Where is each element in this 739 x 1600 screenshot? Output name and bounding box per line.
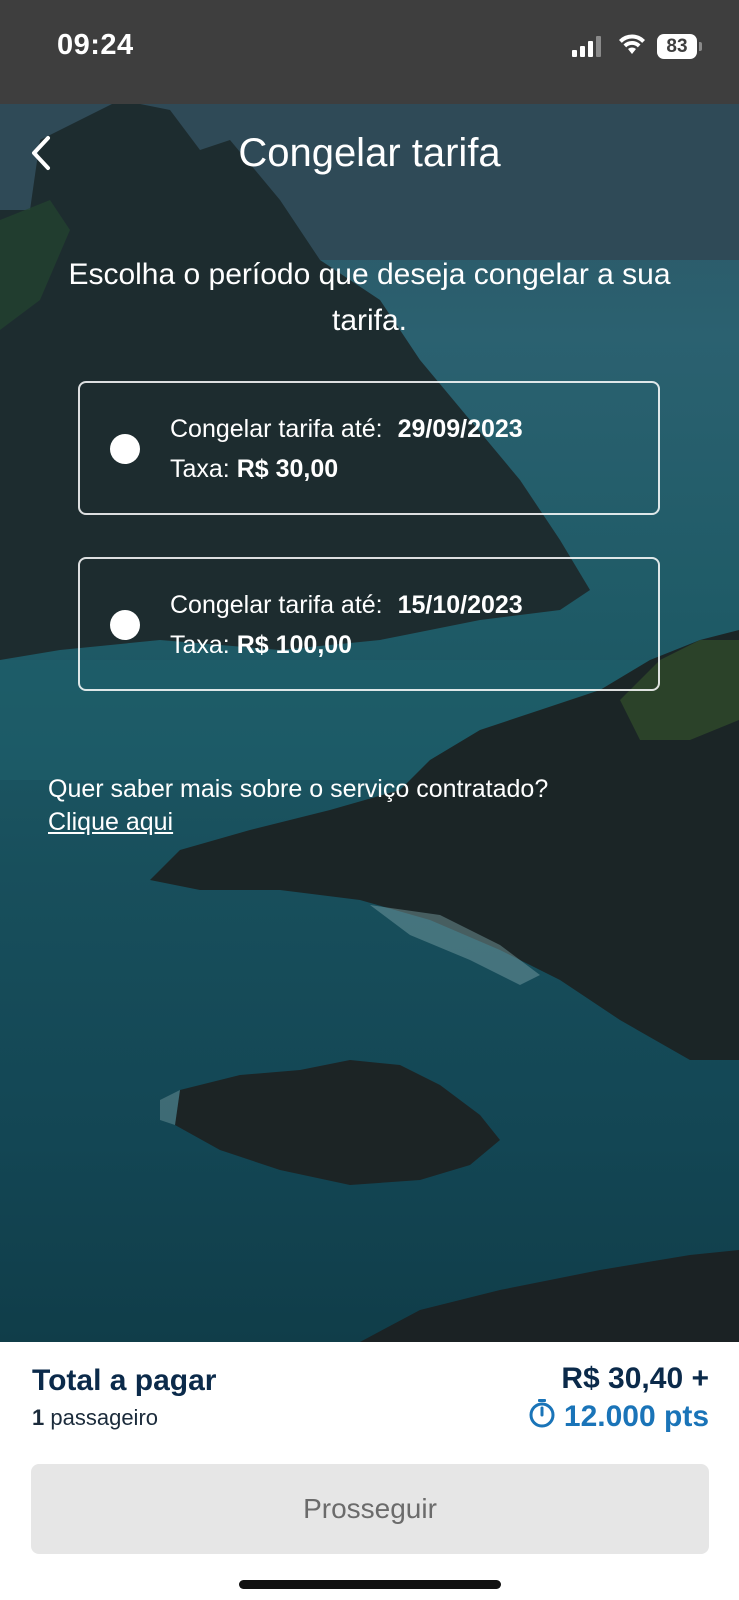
freeze-option-card-2[interactable]: Congelar tarifa até: 15/10/2023 Taxa: R$… xyxy=(78,557,660,691)
info-question: Quer saber mais sobre o serviço contrata… xyxy=(48,775,549,803)
radio-button[interactable] xyxy=(110,610,140,640)
learn-more-link[interactable]: Clique aqui xyxy=(48,806,173,838)
option-fee-line: Taxa: R$ 100,00 xyxy=(170,631,352,660)
option-fee-line: Taxa: R$ 30,00 xyxy=(170,455,338,484)
passenger-count: 1 passageiro xyxy=(32,1405,158,1431)
passenger-label: passageiro xyxy=(50,1405,159,1430)
passenger-number: 1 xyxy=(32,1405,45,1430)
payment-summary-panel: Total a pagar 1 passageiro R$ 30,40 + 12… xyxy=(0,1342,739,1600)
total-label: Total a pagar xyxy=(32,1364,217,1397)
option-label: Congelar tarifa até: xyxy=(170,591,383,619)
points-amount-row: 12.000 pts xyxy=(528,1398,709,1436)
home-indicator xyxy=(239,1580,501,1589)
option-fee: R$ 30,00 xyxy=(236,455,339,483)
points-amount: 12.000 pts xyxy=(563,1400,709,1433)
instruction-text: Escolha o período que deseja congelar a … xyxy=(68,258,671,337)
option-fee: R$ 100,00 xyxy=(236,631,353,659)
option-date-line: Congelar tarifa até: 29/09/2023 xyxy=(170,415,523,444)
app-screen: 09:24 83 Congelar tarifa Escolha o perío… xyxy=(0,0,739,1600)
page-title: Congelar tarifa xyxy=(238,131,501,175)
freeze-option-card-1[interactable]: Congelar tarifa até: 29/09/2023 Taxa: R$… xyxy=(78,381,660,515)
status-bar: 09:24 83 xyxy=(0,0,739,104)
radio-button[interactable] xyxy=(110,434,140,464)
wifi-icon xyxy=(617,32,647,61)
total-amount: R$ 30,40 + xyxy=(561,1362,709,1395)
option-label: Congelar tarifa até: xyxy=(170,415,383,443)
proceed-button[interactable]: Prosseguir xyxy=(31,1464,709,1554)
cellular-signal-icon xyxy=(572,35,604,62)
battery-tip xyxy=(699,42,702,51)
option-date: 29/09/2023 xyxy=(397,415,523,443)
option-date-line: Congelar tarifa até: 15/10/2023 xyxy=(170,591,523,620)
status-time: 09:24 xyxy=(57,29,134,61)
fee-label: Taxa: xyxy=(170,631,230,659)
timer-icon xyxy=(528,1398,556,1436)
battery-icon: 83 xyxy=(657,34,697,59)
option-date: 15/10/2023 xyxy=(397,591,523,619)
fee-label: Taxa: xyxy=(170,455,230,483)
